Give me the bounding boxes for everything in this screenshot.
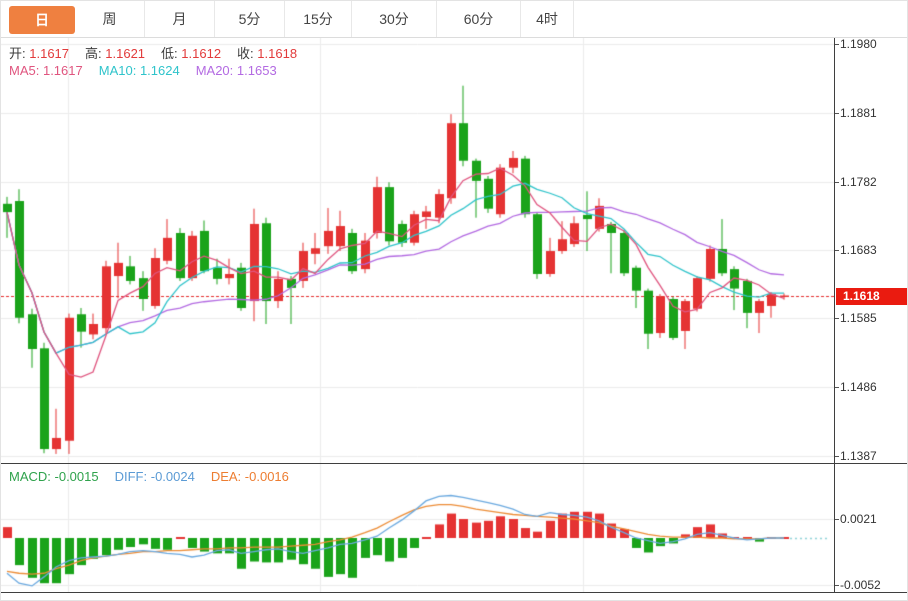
legend-value: 1.1612 xyxy=(181,46,221,61)
price-axis-label: 1.1486 xyxy=(840,379,877,395)
legend-value: -0.0015 xyxy=(55,469,99,484)
legend-label: DEA: xyxy=(211,469,241,484)
macd-axis-label: -0.0052 xyxy=(840,577,881,593)
legend-value: 1.1618 xyxy=(257,46,297,61)
price-axis-label: 1.1980 xyxy=(840,36,877,52)
tab-15min[interactable]: 15分 xyxy=(285,1,352,37)
period-tabbar: 日周月5分15分30分60分4时 xyxy=(1,1,907,38)
legend-label: MA10: xyxy=(99,63,137,78)
chart-bottom-border xyxy=(1,592,908,593)
kline-app: 日周月5分15分30分60分4时 开: 1.1617高: 1.1621低: 1.… xyxy=(0,0,908,601)
legend-pair: 低: 1.1612 xyxy=(161,46,221,61)
legend-value: -0.0024 xyxy=(151,469,195,484)
tab-5min[interactable]: 5分 xyxy=(215,1,285,37)
legend-value: 1.1621 xyxy=(105,46,145,61)
legend-pair: DIFF: -0.0024 xyxy=(115,469,195,484)
tab-month[interactable]: 月 xyxy=(145,1,215,37)
price-axis-label: 1.1585 xyxy=(840,310,877,326)
tab-60min[interactable]: 60分 xyxy=(437,1,521,37)
current-price-badge: 1.1618 xyxy=(836,288,908,305)
legend-value: -0.0016 xyxy=(245,469,289,484)
ohlc-legend: 开: 1.1617 高: 1.1621 低: 1.1612 收: 1.1618 xyxy=(9,46,313,62)
macd-axis-label: 0.0021 xyxy=(840,511,877,527)
kline-chart-canvas[interactable] xyxy=(1,38,834,592)
tab-day[interactable]: 日 xyxy=(9,6,75,34)
ma-legend: MA5: 1.1617 MA10: 1.1624 MA20: 1.1653 xyxy=(9,63,293,79)
legend-pair: DEA: -0.0016 xyxy=(211,469,289,484)
legend-label: 开: xyxy=(9,46,26,61)
chart-area: 开: 1.1617高: 1.1621低: 1.1612收: 1.1618 MA5… xyxy=(1,38,908,601)
legend-label: 高: xyxy=(85,46,102,61)
price-axis-label: 1.1782 xyxy=(840,174,877,190)
legend-label: 低: xyxy=(161,46,178,61)
legend-value: 1.1653 xyxy=(237,63,277,78)
price-axis-label: 1.1683 xyxy=(840,242,877,258)
legend-pair: MA20: 1.1653 xyxy=(196,63,277,78)
legend-pair: 高: 1.1621 xyxy=(85,46,145,61)
legend-value: 1.1624 xyxy=(140,63,180,78)
legend-label: MACD: xyxy=(9,469,51,484)
legend-pair: 开: 1.1617 xyxy=(9,46,69,61)
tab-4hour[interactable]: 4时 xyxy=(521,1,574,37)
legend-label: MA5: xyxy=(9,63,39,78)
tab-30min[interactable]: 30分 xyxy=(352,1,437,37)
legend-pair: 收: 1.1618 xyxy=(237,46,297,61)
macd-legend: MACD: -0.0015 DIFF: -0.0024 DEA: -0.0016 xyxy=(9,469,305,485)
axis-line xyxy=(834,38,835,592)
legend-label: MA20: xyxy=(196,63,234,78)
legend-pair: MACD: -0.0015 xyxy=(9,469,99,484)
panel-divider xyxy=(1,463,908,464)
legend-value: 1.1617 xyxy=(29,46,69,61)
legend-label: DIFF: xyxy=(115,469,148,484)
price-axis-label: 1.1881 xyxy=(840,105,877,121)
legend-pair: MA10: 1.1624 xyxy=(99,63,180,78)
price-axis-label: 1.1387 xyxy=(840,448,877,464)
legend-value: 1.1617 xyxy=(43,63,83,78)
legend-label: 收: xyxy=(237,46,254,61)
legend-pair: MA5: 1.1617 xyxy=(9,63,83,78)
tab-week[interactable]: 周 xyxy=(75,1,145,37)
